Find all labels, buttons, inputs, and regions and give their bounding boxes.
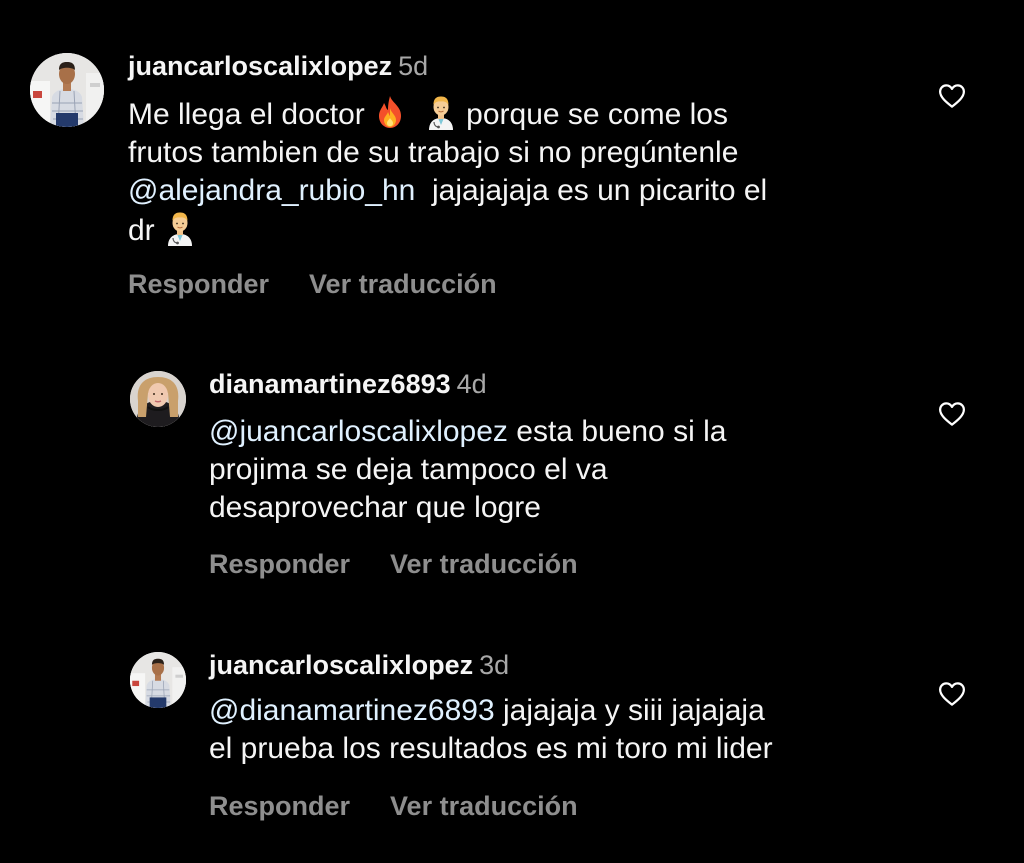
username[interactable]: juancarloscalixlopez (209, 650, 473, 680)
comment-line: @juancarloscalixlopez esta bueno si la (209, 413, 909, 451)
comment-header: dianamartinez6893 4d (209, 368, 487, 400)
health-worker-man-emoji-icon (424, 94, 458, 130)
reply-button[interactable]: Responder (209, 549, 350, 579)
comment-text-segment: esta bueno si la (516, 415, 727, 448)
heart-outline-icon[interactable] (937, 679, 967, 709)
comment-text-segment: porque se come los (466, 98, 728, 131)
username[interactable]: dianamartinez6893 (209, 369, 451, 399)
comment-actions: Responder Ver traducción (128, 268, 497, 300)
comment-line: desaprovechar que logre (209, 491, 541, 524)
heart-outline-icon[interactable] (937, 399, 967, 429)
reply-button[interactable]: Responder (209, 791, 350, 821)
see-translation-button[interactable]: Ver traducción (309, 269, 497, 299)
mention-link[interactable]: @dianamartinez6893 (209, 694, 495, 727)
comment-line: projima se deja tampoco el va (209, 453, 608, 486)
comment-header: juancarloscalixlopez 3d (209, 649, 509, 681)
see-translation-button[interactable]: Ver traducción (390, 791, 578, 821)
comment-text: Me llega el doctor porque se come los fr… (128, 94, 908, 250)
comment-line: @dianamartinez6893 jajajaja y siii jajaj… (209, 692, 929, 730)
heart-outline-icon[interactable] (937, 81, 967, 111)
comment-line: Me llega el doctor porque se come los (128, 94, 908, 134)
avatar[interactable] (130, 371, 186, 427)
comment-text-segment: jajajajaja es un picarito el (432, 174, 768, 207)
comment-text: @juancarloscalixlopez esta bueno si la p… (209, 413, 909, 527)
timestamp: 4d (456, 369, 487, 399)
comment-text-segment: dr (128, 214, 155, 247)
comment-actions: Responder Ver traducción (209, 548, 578, 580)
username[interactable]: juancarloscalixlopez (128, 51, 392, 81)
timestamp: 5d (398, 51, 429, 81)
comment-header: juancarloscalixlopez 5d (128, 50, 428, 82)
comment-line: @alejandra_rubio_hn jajajajaja es un pic… (128, 172, 908, 210)
health-worker-man-emoji-icon (163, 210, 197, 246)
fire-emoji-icon (373, 94, 407, 130)
comment-line: dr (128, 210, 908, 250)
mention-link[interactable]: @juancarloscalixlopez (209, 415, 508, 448)
mention-link[interactable]: @alejandra_rubio_hn (128, 174, 415, 207)
comment-line: frutos tambien de su trabajo si no pregú… (128, 136, 739, 169)
comment-text-segment: Me llega el doctor (128, 98, 365, 131)
reply-button[interactable]: Responder (128, 269, 269, 299)
avatar[interactable] (30, 53, 104, 127)
timestamp: 3d (479, 650, 510, 680)
avatar[interactable] (130, 652, 186, 708)
comment-actions: Responder Ver traducción (209, 790, 578, 822)
comment-text-segment: jajajaja y siii jajajaja (502, 694, 765, 727)
comment-text: @dianamartinez6893 jajajaja y siii jajaj… (209, 692, 929, 768)
see-translation-button[interactable]: Ver traducción (390, 549, 578, 579)
comment-line: el prueba los resultados es mi toro mi l… (209, 732, 773, 765)
